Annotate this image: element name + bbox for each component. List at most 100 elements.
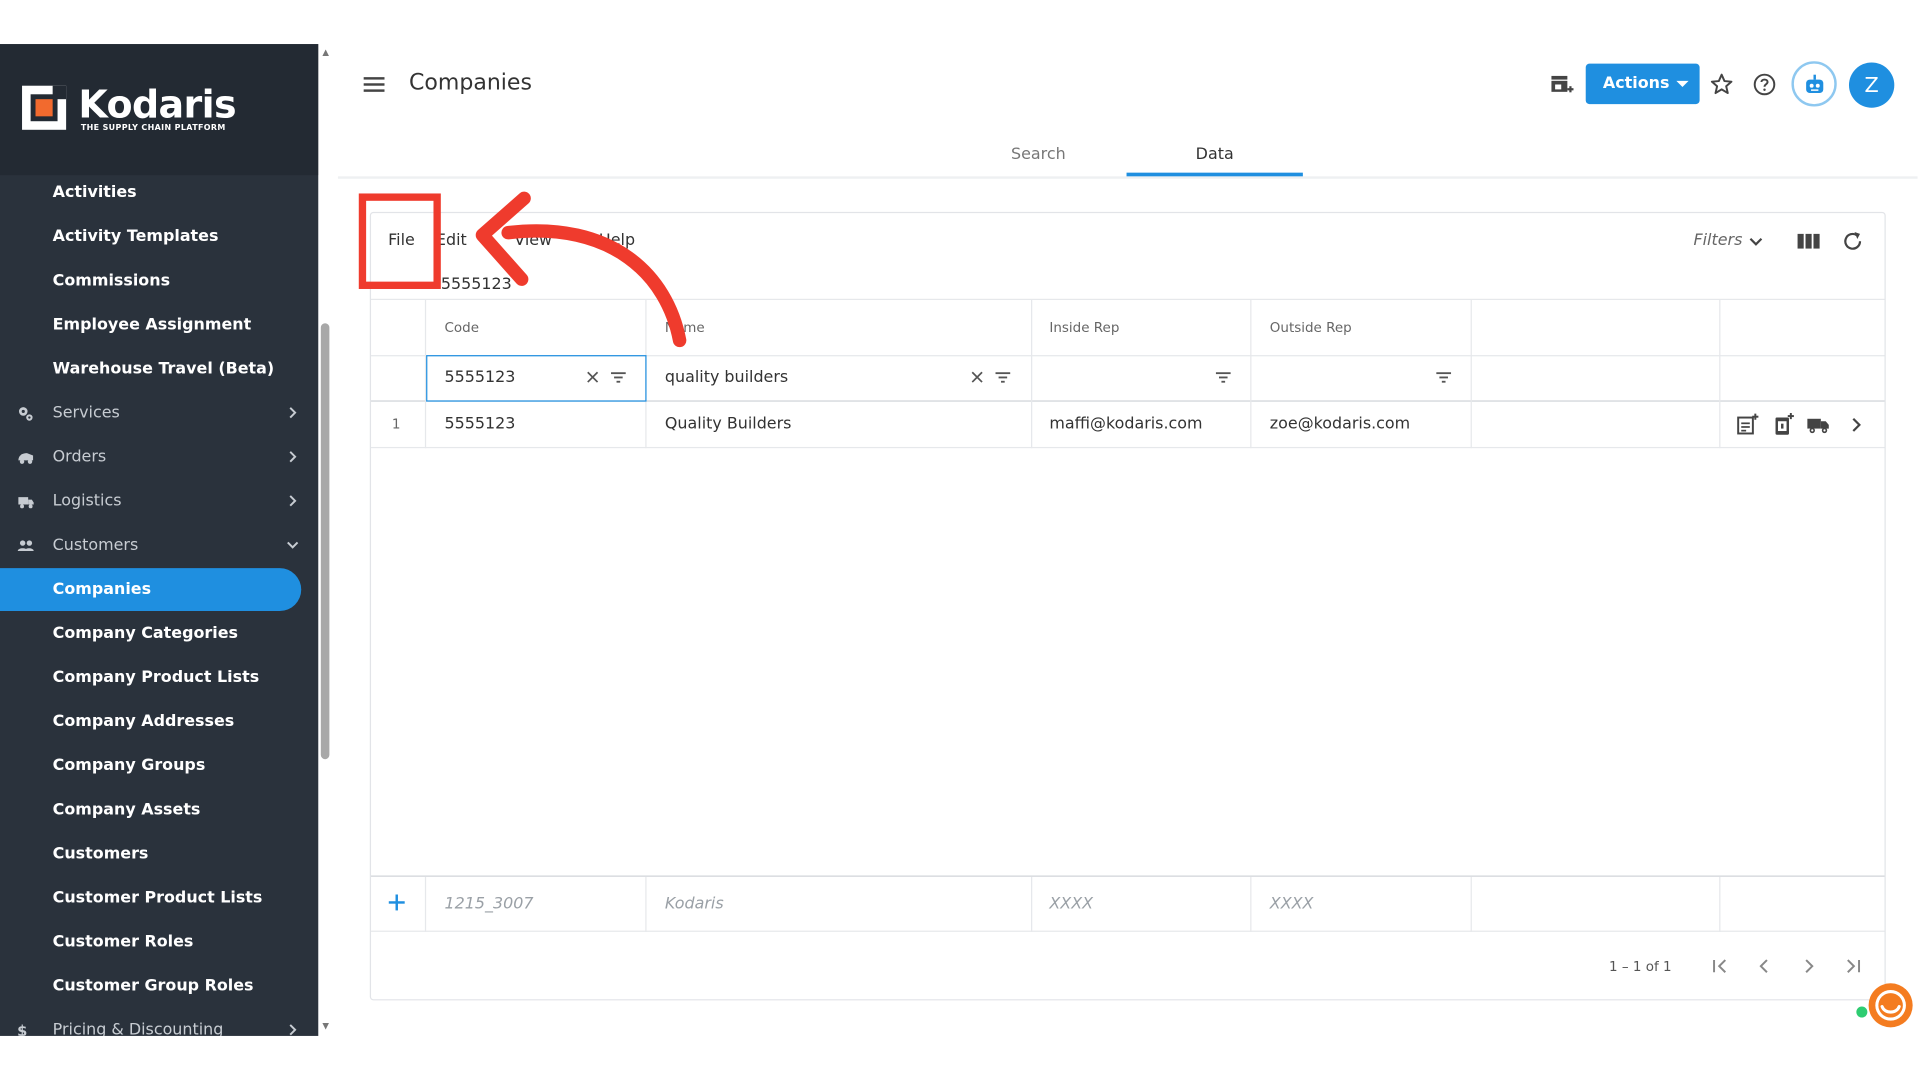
sidebar-scrollbar[interactable]: ▲ ▼: [318, 44, 334, 1036]
hamburger-menu-icon[interactable]: [362, 73, 386, 95]
chevron-right-icon: [289, 451, 297, 463]
sidebar-item-company-groups[interactable]: Company Groups: [0, 744, 301, 787]
row-divider: [371, 930, 1885, 932]
clear-icon[interactable]: [970, 370, 985, 385]
row-divider: [371, 875, 1885, 877]
chevron-down-icon[interactable]: [1747, 233, 1764, 250]
chevron-down-icon: [287, 541, 299, 549]
sidebar-item-activities[interactable]: Activities: [0, 171, 301, 214]
add-order-icon[interactable]: [1772, 413, 1796, 437]
sidebar-item-company-product-lists[interactable]: Company Product Lists: [0, 656, 301, 699]
actions-button[interactable]: Actions: [1585, 63, 1700, 105]
column-divider: [1719, 300, 1721, 449]
chevron-right-icon: [289, 407, 297, 419]
app-frame: Kodaris THE SUPPLY CHAIN PLATFORM Activi…: [0, 0, 1920, 1080]
sidebar-item-company-addresses[interactable]: Company Addresses: [0, 700, 301, 743]
sidebar-item-commissions[interactable]: Commissions: [0, 260, 301, 303]
cell-code[interactable]: 5555123: [444, 415, 515, 433]
filters-toggle-label[interactable]: Filters: [1693, 231, 1742, 249]
column-header-inside-rep[interactable]: Inside Rep: [1049, 320, 1119, 336]
filter-icon[interactable]: [994, 370, 1011, 385]
cell-inside-rep[interactable]: maffi@kodaris.com: [1049, 415, 1202, 433]
sidebar-section-pricing-discounting[interactable]: $ Pricing & Discounting: [0, 1009, 301, 1036]
new-row-code-placeholder[interactable]: 1215_3007: [444, 895, 533, 913]
highlight-box-annotation: [358, 193, 441, 289]
tab-search[interactable]: Search: [950, 132, 1126, 176]
tabs-divider: [337, 176, 1918, 179]
gears-icon: [18, 407, 33, 421]
sidebar-item-warehouse-travel[interactable]: Warehouse Travel (Beta): [0, 348, 301, 391]
columns-icon[interactable]: [1796, 230, 1820, 252]
filter-icon[interactable]: [1215, 370, 1232, 385]
robot-icon: [1806, 74, 1824, 94]
column-divider: [424, 876, 427, 932]
sidebar-item-customer-roles[interactable]: Customer Roles: [0, 921, 301, 964]
previous-page-icon[interactable]: [1753, 955, 1775, 977]
tab-data[interactable]: Data: [1127, 132, 1303, 176]
sidebar-section-logistics[interactable]: Logistics: [0, 480, 301, 523]
next-page-icon[interactable]: [1798, 955, 1820, 977]
column-divider: [1470, 876, 1472, 932]
column-header-outside-rep[interactable]: Outside Rep: [1270, 320, 1352, 336]
cell-name[interactable]: Quality Builders: [665, 415, 792, 433]
sidebar-item-customers[interactable]: Customers: [0, 833, 301, 876]
pagination-range: 1 – 1 of 1: [1608, 958, 1672, 975]
assistant-button[interactable]: [1791, 61, 1837, 107]
online-status-dot: [1856, 1006, 1868, 1018]
people-icon: [17, 540, 34, 552]
scroll-down-arrow-icon[interactable]: ▼: [321, 1021, 331, 1031]
column-divider: [1031, 876, 1033, 932]
curved-arrow-annotation: [475, 191, 687, 348]
help-icon[interactable]: [1751, 71, 1778, 98]
column-divider: [1250, 876, 1252, 932]
new-row-inside-rep-placeholder[interactable]: XXXX: [1049, 895, 1093, 913]
sidebar-section-customers[interactable]: Customers: [0, 524, 301, 567]
logo-name: Kodaris: [78, 83, 237, 128]
sidebar-item-company-categories[interactable]: Company Categories: [0, 612, 301, 655]
refresh-icon[interactable]: [1840, 229, 1864, 253]
logo-area: Kodaris THE SUPPLY CHAIN PLATFORM: [0, 44, 319, 176]
sidebar: Kodaris THE SUPPLY CHAIN PLATFORM Activi…: [0, 44, 319, 1036]
column-divider: [1719, 876, 1721, 932]
last-page-icon[interactable]: [1842, 955, 1864, 977]
active-tab-indicator: [1126, 172, 1303, 177]
column-divider: [645, 876, 647, 932]
add-note-icon[interactable]: [1735, 413, 1759, 437]
sidebar-item-customer-group-roles[interactable]: Customer Group Roles: [0, 965, 301, 1008]
scroll-up-arrow-icon[interactable]: ▲: [321, 48, 331, 58]
truck-icon: [18, 453, 34, 464]
page-title: Companies: [408, 69, 532, 96]
chat-widget-icon[interactable]: [1864, 980, 1915, 1031]
sidebar-section-services[interactable]: Services: [0, 392, 301, 435]
add-store-icon[interactable]: [1548, 71, 1575, 98]
new-row-name-placeholder[interactable]: Kodaris: [665, 895, 724, 913]
name-filter-value[interactable]: quality builders: [665, 369, 788, 387]
code-filter-value[interactable]: 5555123: [444, 369, 515, 387]
column-divider: [1470, 300, 1472, 449]
add-row-plus-icon[interactable]: [387, 893, 407, 913]
first-page-icon[interactable]: [1709, 955, 1731, 977]
sidebar-item-activity-templates[interactable]: Activity Templates: [0, 216, 301, 259]
row-number: 1: [391, 416, 401, 433]
new-row-outside-rep-placeholder[interactable]: XXXX: [1270, 895, 1314, 913]
chevron-right-icon: [289, 1024, 297, 1036]
sidebar-item-customer-product-lists[interactable]: Customer Product Lists: [0, 877, 301, 920]
sidebar-item-companies[interactable]: Companies: [0, 568, 302, 612]
chevron-right-icon: [289, 495, 297, 507]
star-icon[interactable]: [1708, 71, 1735, 98]
shipping-icon: [18, 497, 34, 509]
shipping-truck-icon[interactable]: [1806, 413, 1830, 437]
dollar-icon: $: [17, 1022, 28, 1036]
sidebar-section-orders[interactable]: Orders: [0, 436, 301, 479]
logo-tagline: THE SUPPLY CHAIN PLATFORM: [80, 122, 226, 133]
sidebar-item-employee-assignment[interactable]: Employee Assignment: [0, 304, 301, 347]
sidebar-item-company-assets[interactable]: Company Assets: [0, 789, 301, 832]
filter-icon[interactable]: [610, 370, 627, 385]
user-avatar[interactable]: Z: [1848, 62, 1895, 108]
filter-icon[interactable]: [1435, 370, 1452, 385]
chevron-right-icon[interactable]: [1844, 413, 1868, 437]
clear-icon[interactable]: [585, 370, 600, 385]
cell-outside-rep[interactable]: zoe@kodaris.com: [1270, 415, 1410, 433]
scrollbar-thumb[interactable]: [320, 323, 330, 760]
row-divider: [371, 446, 1885, 449]
